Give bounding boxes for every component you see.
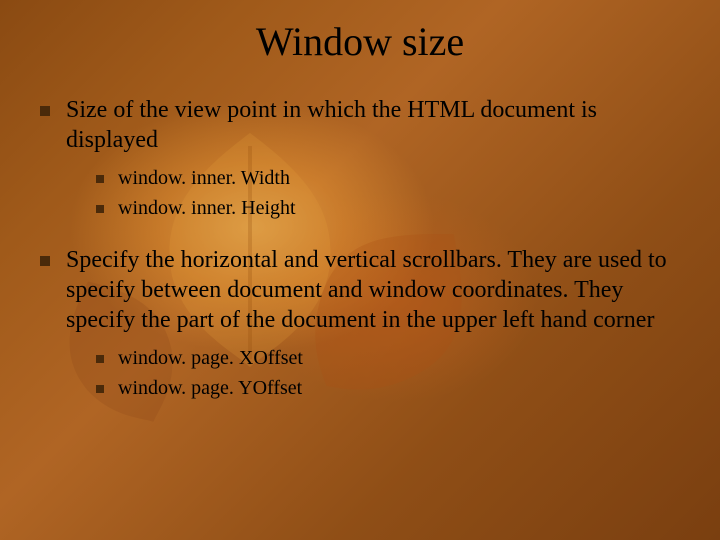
square-bullet-icon [96, 175, 104, 183]
square-bullet-icon [96, 205, 104, 213]
bullet-level2: window. inner. Height [96, 195, 690, 221]
sub-bullet-text: window. inner. Height [118, 195, 690, 221]
bullet-text: Specify the horizontal and vertical scro… [66, 245, 690, 335]
sub-bullet-text: window. page. YOffset [118, 375, 690, 401]
bullet-level1: Specify the horizontal and vertical scro… [40, 245, 690, 335]
bullet-level1: Size of the view point in which the HTML… [40, 95, 690, 155]
sub-bullet-text: window. inner. Width [118, 165, 690, 191]
slide-content: Size of the view point in which the HTML… [40, 95, 690, 417]
slide: Window size Size of the view point in wh… [0, 0, 720, 540]
bullet-level2: window. page. XOffset [96, 345, 690, 371]
bullet-level2: window. page. YOffset [96, 375, 690, 401]
bullet-text: Size of the view point in which the HTML… [66, 95, 690, 155]
square-bullet-icon [40, 256, 50, 266]
square-bullet-icon [96, 385, 104, 393]
bullet-level2: window. inner. Width [96, 165, 690, 191]
slide-title: Window size [0, 18, 720, 65]
sub-bullet-list: window. page. XOffset window. page. YOff… [96, 345, 690, 401]
sub-bullet-list: window. inner. Width window. inner. Heig… [96, 165, 690, 221]
square-bullet-icon [40, 106, 50, 116]
sub-bullet-text: window. page. XOffset [118, 345, 690, 371]
square-bullet-icon [96, 355, 104, 363]
